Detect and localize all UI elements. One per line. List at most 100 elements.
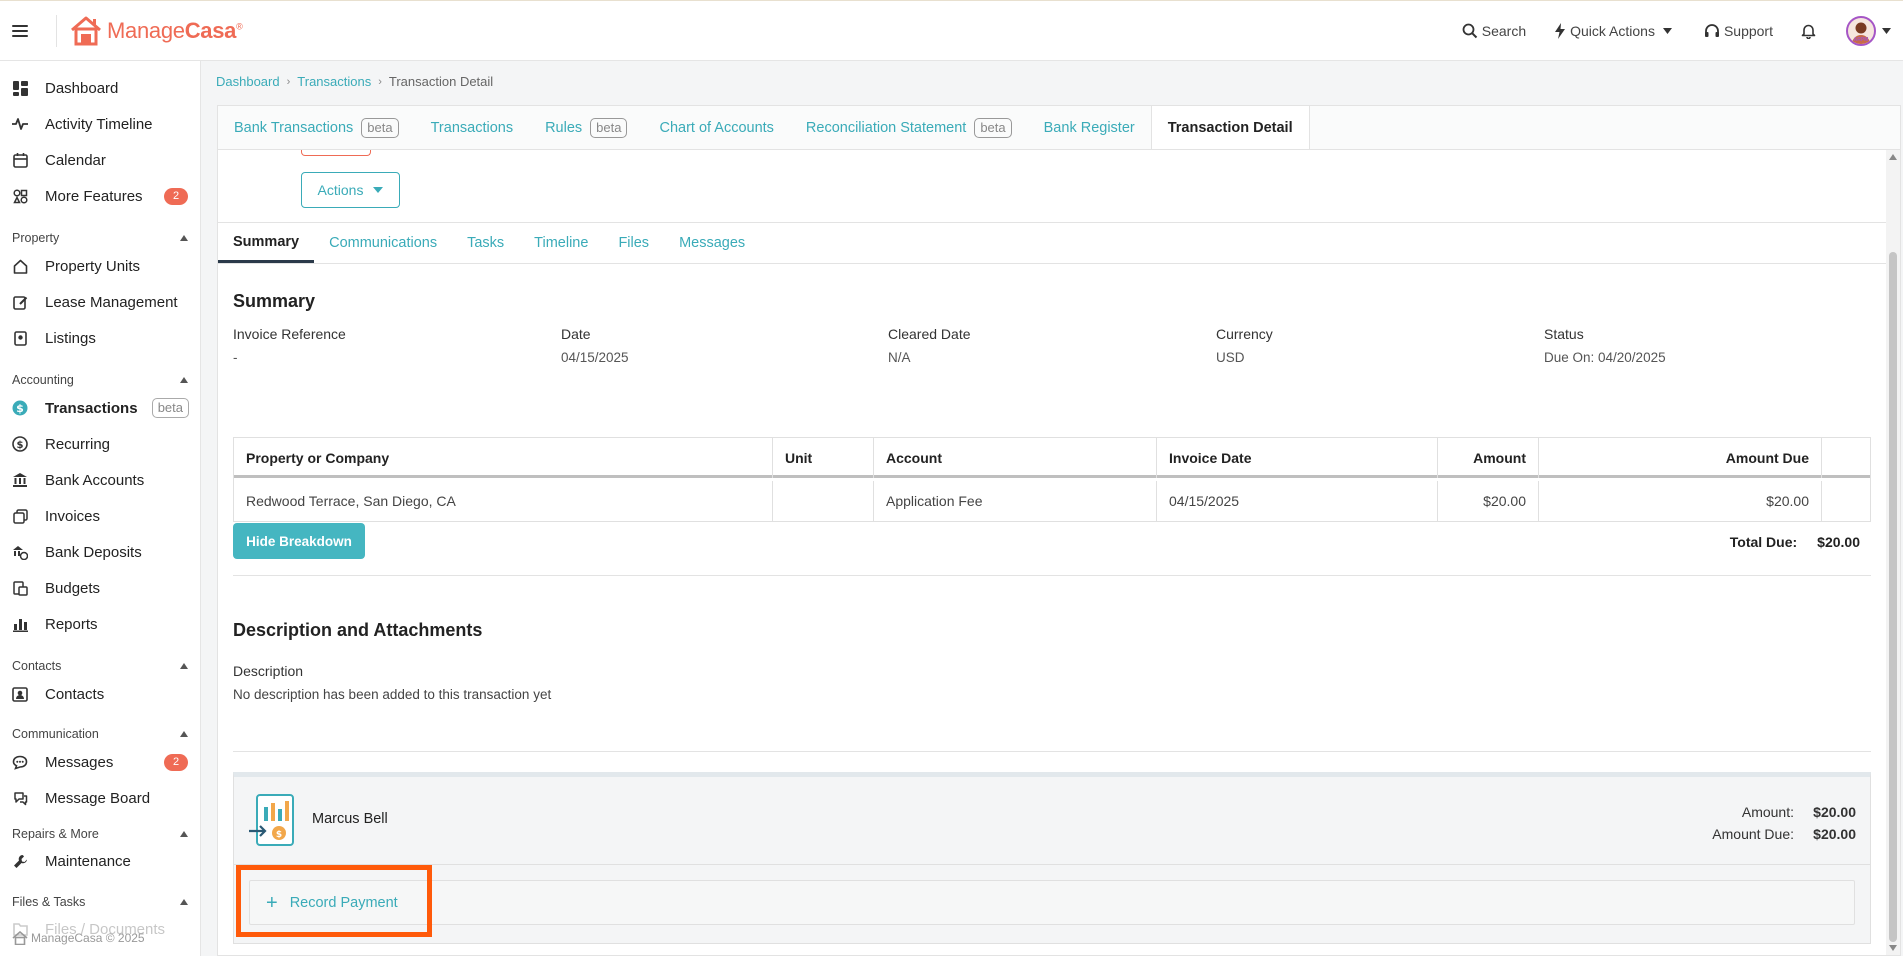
chat-icon: [12, 754, 28, 770]
main-content: Dashboard › Transactions › Transaction D…: [201, 61, 1903, 956]
tab-bank-register[interactable]: Bank Register: [1028, 106, 1151, 149]
tab-reconciliation-statement[interactable]: Reconciliation Statement beta: [790, 106, 1028, 149]
collapse-icon: [180, 663, 188, 669]
cleared-date-value: N/A: [888, 350, 911, 365]
sidebar-item-label: Bank Deposits: [45, 543, 142, 561]
dollar-circle-icon: $: [12, 400, 28, 416]
chevron-down-icon: [1662, 28, 1672, 34]
section-label: Contacts: [12, 659, 62, 673]
sidebar-item-listings[interactable]: Listings: [0, 323, 200, 353]
hide-breakdown-button[interactable]: Hide Breakdown: [233, 523, 365, 559]
scrollbar-thumb[interactable]: [1889, 252, 1897, 942]
section-files[interactable]: Files & Tasks: [12, 895, 188, 909]
svg-text:$: $: [17, 440, 24, 451]
table-row: Redwood Terrace, San Diego, CA Applicati…: [234, 481, 1870, 521]
svg-text:$: $: [16, 402, 24, 415]
summary-heading: Summary: [233, 291, 316, 311]
total-due: Total Due: $20.00: [1730, 534, 1860, 550]
pulse-icon: [12, 116, 28, 132]
menu-icon[interactable]: [12, 24, 28, 37]
amount-value: $20.00: [1813, 804, 1856, 820]
column-header: Account: [874, 438, 1157, 478]
lightning-icon: [1555, 23, 1566, 39]
sidebar-item-reports[interactable]: Reports: [0, 609, 200, 639]
sidebar-item-invoices[interactable]: Invoices: [0, 501, 200, 531]
scroll-down-arrow[interactable]: [1889, 945, 1897, 951]
chevron-right-icon: ›: [378, 75, 382, 88]
sub-tabs: Summary Communications Tasks Timeline Fi…: [218, 223, 760, 263]
quick-actions-button[interactable]: Quick Actions: [1554, 23, 1676, 39]
collapse-icon: [180, 235, 188, 241]
wrench-icon: [12, 853, 28, 869]
breadcrumb-transactions[interactable]: Transactions: [297, 74, 371, 89]
sidebar-item-dashboard[interactable]: Dashboard: [0, 73, 200, 103]
board-icon: [12, 790, 28, 806]
section-label: Property: [12, 231, 60, 245]
sidebar-item-maintenance[interactable]: Maintenance: [0, 846, 200, 876]
quick-actions-label: Quick Actions: [1570, 23, 1655, 39]
bar-chart-icon: [12, 616, 28, 632]
tab-bank-transactions[interactable]: Bank Transactions beta: [218, 106, 415, 149]
notifications-button[interactable]: [1801, 23, 1820, 39]
count-badge: 2: [164, 753, 188, 771]
sidebar-item-bank-deposits[interactable]: Bank Deposits: [0, 537, 200, 567]
subtab-messages[interactable]: Messages: [664, 223, 760, 263]
features-icon: [12, 188, 28, 204]
subtab-tasks[interactable]: Tasks: [452, 223, 519, 263]
sidebar-item-property-units[interactable]: Property Units: [0, 251, 200, 281]
amount-due-value: $20.00: [1813, 826, 1856, 842]
sidebar-item-contacts[interactable]: Contacts: [0, 679, 200, 709]
payment-header: $ Marcus Bell Amount: $20.00 Amount Due: $…: [234, 777, 1870, 865]
sidebar-item-bank-accounts[interactable]: Bank Accounts: [0, 465, 200, 495]
sidebar-item-calendar[interactable]: Calendar: [0, 145, 200, 175]
budget-icon: [12, 580, 28, 596]
tab-transactions[interactable]: Transactions: [415, 106, 529, 149]
record-payment-button[interactable]: + Record Payment: [266, 893, 398, 913]
breadcrumb-dashboard[interactable]: Dashboard: [216, 74, 280, 89]
subtab-timeline[interactable]: Timeline: [519, 223, 603, 263]
sidebar-item-activity-timeline[interactable]: Activity Timeline: [0, 109, 200, 139]
transaction-detail-card: Actions Summary Communications Tasks Tim…: [217, 149, 1901, 956]
sidebar-item-recurring[interactable]: $ Recurring: [0, 429, 200, 459]
partial-button[interactable]: [301, 150, 371, 156]
logo[interactable]: ManageCasa®: [69, 16, 243, 46]
section-accounting[interactable]: Accounting: [12, 373, 188, 387]
avatar[interactable]: ARPM: [1846, 16, 1876, 46]
actions-dropdown[interactable]: Actions: [301, 172, 400, 208]
beta-badge: beta: [974, 117, 1012, 138]
section-property[interactable]: Property: [12, 231, 188, 245]
date-label: Date: [561, 326, 591, 342]
chevron-down-icon[interactable]: [1882, 28, 1891, 34]
section-communication[interactable]: Communication: [12, 727, 188, 741]
subtab-summary[interactable]: Summary: [218, 223, 315, 263]
payer-name: Marcus Bell: [312, 811, 388, 827]
sidebar-item-message-board[interactable]: Message Board: [0, 783, 200, 813]
tab-transaction-detail[interactable]: Transaction Detail: [1150, 106, 1310, 149]
breadcrumb-current: Transaction Detail: [388, 74, 494, 89]
support-button[interactable]: Support: [1704, 23, 1773, 39]
table-cell: Application Fee: [874, 481, 1157, 521]
tab-rules[interactable]: Rules beta: [529, 106, 643, 149]
breadcrumb: Dashboard › Transactions › Transaction D…: [216, 74, 493, 89]
sidebar-item-lease-management[interactable]: Lease Management: [0, 287, 200, 317]
sidebar-item-label: Contacts: [45, 685, 105, 703]
listing-icon: [12, 330, 28, 346]
tab-chart-of-accounts[interactable]: Chart of Accounts: [643, 106, 789, 149]
scroll-up-arrow[interactable]: [1889, 154, 1897, 160]
search-button[interactable]: Search: [1462, 23, 1526, 39]
currency-label: Currency: [1216, 326, 1273, 342]
amount-due-row: Amount Due: $20.00: [1712, 823, 1856, 845]
status-value: Due On: 04/20/2025: [1544, 350, 1666, 365]
description-label: Description: [233, 663, 304, 679]
sidebar-item-transactions[interactable]: $ Transactions beta: [0, 393, 200, 423]
section-repairs[interactable]: Repairs & More: [12, 827, 188, 841]
amount-due-label: Amount Due:: [1712, 826, 1794, 842]
sidebar-item-more-features[interactable]: More Features 2: [0, 181, 200, 211]
section-contacts[interactable]: Contacts: [12, 659, 188, 673]
home-icon: [12, 258, 28, 274]
subtab-files[interactable]: Files: [603, 223, 664, 263]
sidebar-item-messages[interactable]: Messages 2: [0, 747, 200, 777]
sidebar-item-budgets[interactable]: Budgets: [0, 573, 200, 603]
scrollbar[interactable]: [1886, 150, 1900, 955]
subtab-communications[interactable]: Communications: [314, 223, 452, 263]
